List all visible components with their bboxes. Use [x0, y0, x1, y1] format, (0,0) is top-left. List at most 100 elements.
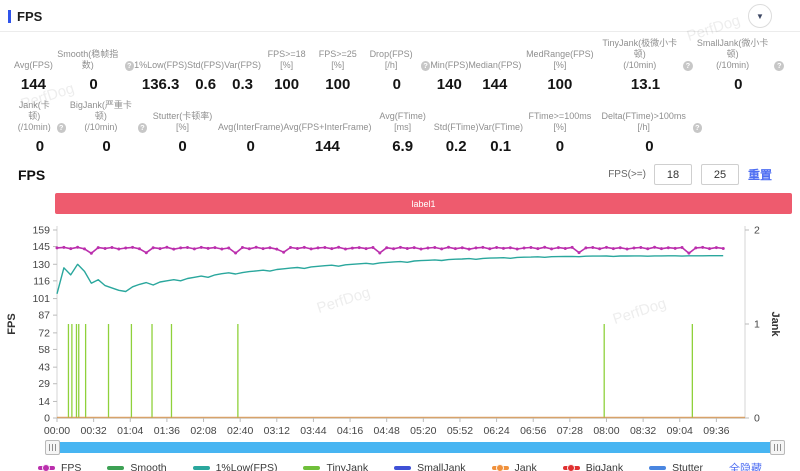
legend-item-1-low-fps-[interactable]: 1%Low(FPS): [193, 462, 278, 471]
svg-text:116: 116: [33, 275, 50, 287]
fps-threshold-label: FPS(>=): [608, 169, 646, 180]
svg-text:08:00: 08:00: [593, 425, 619, 437]
stat-item: Var(FPS)0.3: [224, 49, 261, 94]
stat-value: 0: [645, 138, 653, 156]
stat-value: 144: [315, 138, 340, 156]
stat-item: Smooth(稳帧指数)?0: [53, 49, 134, 94]
stat-label: TinyJank(极微小卡顿) (/10min)?: [598, 38, 692, 71]
hide-all-link[interactable]: 全隐藏: [729, 460, 762, 471]
stat-label: Median(FPS): [468, 49, 521, 71]
help-icon[interactable]: ?: [125, 61, 135, 71]
svg-text:01:04: 01:04: [117, 425, 143, 437]
stat-label: Var(FTime): [478, 111, 523, 133]
stat-item: Delta(FTime)>100ms [/h]?0: [597, 111, 702, 156]
stat-item: TinyJank(极微小卡顿) (/10min)? 13.1: [598, 38, 692, 94]
stat-item: Std(FPS)0.6: [187, 49, 224, 94]
legend-item-stutter[interactable]: Stutter: [649, 462, 703, 471]
svg-text:02:08: 02:08: [190, 425, 216, 437]
stat-value: 13.1: [631, 76, 660, 94]
svg-text:06:56: 06:56: [520, 425, 546, 437]
help-icon[interactable]: ?: [138, 123, 147, 133]
legend-label: Stutter: [672, 462, 703, 471]
grip-icon: [774, 444, 781, 451]
svg-text:04:16: 04:16: [337, 425, 363, 437]
legend-marker-icon: [303, 466, 320, 470]
stat-value: 0.1: [490, 138, 511, 156]
help-icon[interactable]: ?: [421, 61, 431, 71]
legend-item-jank[interactable]: Jank: [492, 462, 537, 471]
svg-text:Jank: Jank: [769, 311, 781, 337]
stat-item: BigJank(严重卡顿) (/10min)?0: [66, 100, 147, 156]
stat-item: Avg(FPS)144: [14, 49, 53, 94]
reset-link[interactable]: 重置: [748, 166, 772, 183]
help-icon[interactable]: ?: [683, 61, 693, 71]
chart-scrollbar[interactable]: [45, 440, 785, 455]
stat-item: FTime>=100ms [%]0: [523, 111, 597, 156]
label-banner[interactable]: label1: [55, 193, 792, 214]
fps-threshold-input-1[interactable]: [654, 164, 692, 185]
legend-label: 1%Low(FPS): [216, 462, 278, 471]
stat-item: FPS>=18 [%]100: [261, 49, 312, 94]
legend-item-tinyjank[interactable]: TinyJank: [303, 462, 368, 471]
stat-item: Drop(FPS) [/h]?0: [363, 49, 430, 94]
chart-legend: FPS Smooth 1%Low(FPS) TinyJank SmallJank Jank…: [0, 460, 800, 471]
legend-label: TinyJank: [326, 462, 368, 471]
header-accent-bar: [8, 10, 11, 23]
stat-item: FPS>=25 [%]100: [312, 49, 363, 94]
stat-value: 6.9: [392, 138, 413, 156]
chart-canvas[interactable]: 014294358728710111613014515901200:0000:3…: [0, 214, 800, 438]
stat-label: MedRange(FPS)[%]: [521, 49, 598, 71]
svg-text:03:44: 03:44: [300, 425, 326, 437]
svg-text:FPS: FPS: [6, 313, 18, 334]
stat-item: 1%Low(FPS)136.3: [134, 49, 187, 94]
stats-row-1: Avg(FPS)144Smooth(稳帧指数)?01%Low(FPS)136.3…: [0, 32, 800, 94]
legend-item-bigjank[interactable]: BigJank: [563, 462, 623, 471]
svg-text:01:36: 01:36: [154, 425, 180, 437]
scrollbar-track[interactable]: [52, 442, 778, 453]
stat-label: SmallJank(微小卡顿) (/10min)?: [693, 38, 784, 71]
stat-label: FTime>=100ms [%]: [523, 111, 597, 133]
stat-item: MedRange(FPS)[%]100: [521, 49, 598, 94]
legend-label: BigJank: [586, 462, 623, 471]
stat-value: 100: [325, 76, 350, 94]
stat-label: Min(FPS): [430, 49, 468, 71]
stat-value: 0: [246, 138, 254, 156]
stat-item: Median(FPS)144: [468, 49, 521, 94]
legend-label: SmallJank: [417, 462, 465, 471]
legend-item-fps[interactable]: FPS: [38, 462, 81, 471]
help-icon[interactable]: ?: [57, 123, 66, 133]
stat-value: 0: [734, 76, 742, 94]
scrollbar-left-handle[interactable]: [45, 440, 60, 455]
legend-item-smooth[interactable]: Smooth: [107, 462, 166, 471]
stat-item: Var(FTime) 0.1: [478, 111, 523, 156]
help-icon[interactable]: ?: [693, 123, 702, 133]
legend-item-smalljank[interactable]: SmallJank: [394, 462, 465, 471]
legend-marker-icon: [492, 466, 509, 470]
stat-item: Jank(卡顿) (/10min)?0: [14, 100, 66, 156]
collapse-button[interactable]: ▼: [748, 4, 772, 28]
fps-threshold-input-2[interactable]: [701, 164, 739, 185]
stat-item: SmallJank(微小卡顿) (/10min)? 0: [693, 38, 784, 94]
svg-text:02:40: 02:40: [227, 425, 253, 437]
svg-text:09:04: 09:04: [667, 425, 693, 437]
fps-chart[interactable]: 014294358728710111613014515901200:0000:3…: [0, 214, 800, 438]
stat-label: Std(FPS): [187, 49, 224, 71]
legend-marker-icon: [107, 466, 124, 470]
stat-item: Stutter(卡顿率) [%]0: [147, 111, 218, 156]
legend-marker-icon: [38, 466, 55, 470]
stat-value: 0.3: [232, 76, 253, 94]
help-icon[interactable]: ?: [774, 61, 784, 71]
grip-icon: [49, 444, 56, 451]
stat-value: 136.3: [142, 76, 180, 94]
stat-label: Avg(FPS+InterFrame): [283, 111, 371, 133]
svg-text:72: 72: [38, 327, 50, 339]
scrollbar-right-handle[interactable]: [770, 440, 785, 455]
svg-text:1: 1: [754, 319, 760, 331]
legend-marker-icon: [649, 466, 666, 470]
stat-label: Avg(FPS): [14, 49, 53, 71]
svg-text:05:20: 05:20: [410, 425, 436, 437]
svg-text:14: 14: [38, 396, 50, 408]
stats-row-2: Jank(卡顿) (/10min)?0BigJank(严重卡顿) (/10min…: [0, 94, 800, 156]
stat-value: 140: [437, 76, 462, 94]
stat-value: 0: [393, 76, 401, 94]
